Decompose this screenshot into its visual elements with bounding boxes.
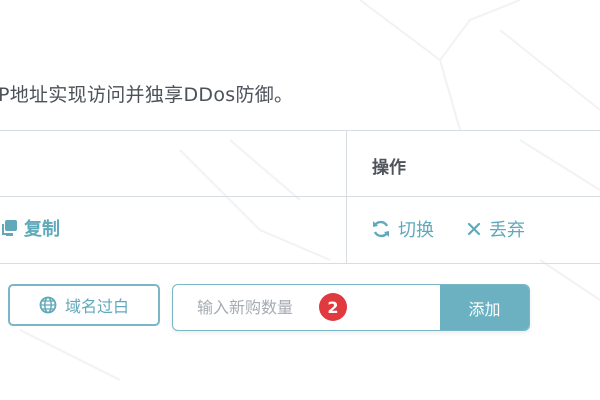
step-badge: 2 [319, 293, 347, 321]
column-divider [346, 131, 347, 263]
switch-label: 切换 [398, 220, 434, 241]
page: P地址实现访问并独享DDos防御。 操作 复制 切换 丢弃 域名过白 输入新购数… [0, 0, 600, 400]
add-button[interactable]: 添加 [440, 285, 529, 330]
copy-icon [2, 220, 17, 236]
copy-button[interactable]: 复制 [0, 215, 60, 241]
globe-icon [39, 296, 57, 314]
close-icon [467, 222, 481, 236]
refresh-icon [373, 220, 389, 238]
purchase-quantity-group: 添加 [172, 284, 530, 331]
domain-whitelist-label: 域名过白 [64, 297, 129, 316]
discard-label: 丢弃 [489, 220, 525, 241]
ip-table: 操作 复制 切换 丢弃 [0, 130, 600, 264]
discard-button[interactable]: 丢弃 [466, 216, 525, 242]
row-divider [0, 196, 600, 197]
quantity-input[interactable] [173, 285, 440, 330]
switch-button[interactable]: 切换 [371, 216, 434, 242]
domain-whitelist-button[interactable]: 域名过白 [8, 284, 160, 326]
page-description: P地址实现访问并独享DDos防御。 [0, 84, 294, 106]
copy-label: 复制 [24, 219, 60, 240]
column-header-operations: 操作 [372, 158, 406, 178]
